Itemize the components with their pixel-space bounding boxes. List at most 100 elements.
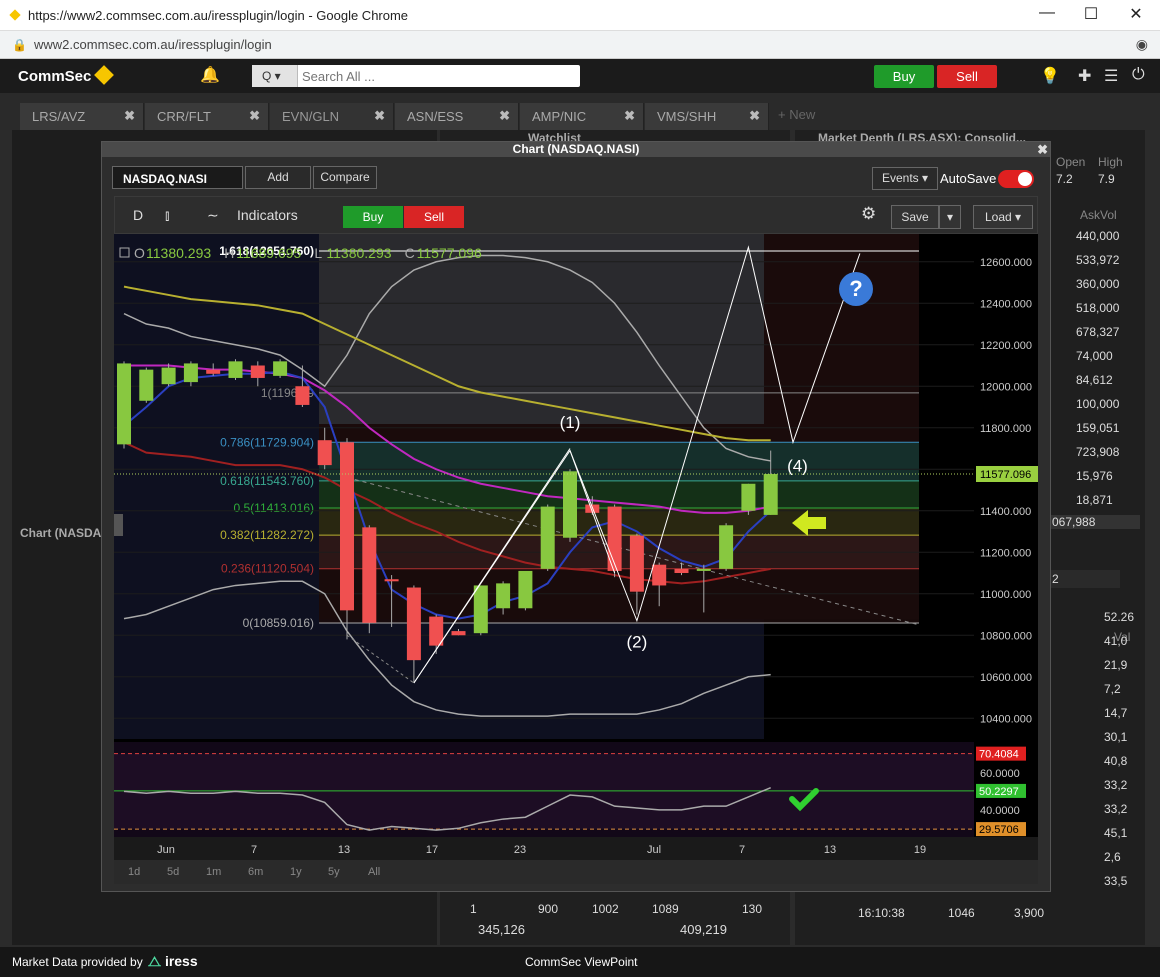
buy-button[interactable]: Buy: [874, 65, 934, 88]
range-5y[interactable]: 5y: [328, 866, 340, 878]
close-tab-icon[interactable]: ✖: [374, 108, 385, 124]
ohlc-legend-item: L: [314, 245, 322, 261]
high-value: 7.9: [1098, 172, 1115, 186]
candle-down: [451, 631, 466, 636]
sell-button[interactable]: Sell: [937, 65, 997, 88]
range-1y[interactable]: 1y: [290, 866, 302, 878]
askvol-value: 440,000: [1076, 229, 1120, 243]
close-tab-icon[interactable]: ✖: [499, 108, 510, 124]
side-value: 33,5: [1104, 874, 1128, 888]
lightbulb-icon[interactable]: 💡: [1040, 66, 1060, 86]
browser-title-bar: https://www2.commsec.com.au/iressplugin/…: [0, 0, 1160, 31]
close-tab-icon[interactable]: ✖: [624, 108, 635, 124]
rsi-upper-value: 70.4084: [979, 749, 1019, 761]
side-value: 33,2: [1104, 778, 1128, 792]
price-axis-label: 10800.000: [980, 630, 1032, 642]
search-input[interactable]: [302, 69, 572, 84]
candle-up: [563, 471, 577, 538]
range-1m[interactable]: 1m: [206, 866, 221, 878]
trade-quantity: 3,900: [1014, 906, 1045, 920]
commsec-favicon-icon: [9, 9, 21, 21]
app-header: CommSec 🔔 Q ▾ Buy Sell 💡 ✚ ☰ ⏻: [0, 59, 1160, 93]
date-axis-label: 7: [251, 844, 257, 856]
tab-crr-flt[interactable]: CRR/FLT ✖: [145, 103, 269, 130]
tab-lrs-avz[interactable]: LRS/AVZ ✖: [20, 103, 144, 130]
tab-asn-ess[interactable]: ASN/ESS ✖: [395, 103, 519, 130]
bottom-stat: 900: [538, 902, 559, 916]
range-5d[interactable]: 5d: [167, 866, 179, 878]
chart-dialog: Chart (NASDAQ.NASI) ✖ NASDAQ.NASI Add Co…: [101, 141, 1051, 892]
add-icon[interactable]: ✚: [1078, 66, 1091, 86]
app-footer: Market Data provided by ⧍ iress CommSec …: [0, 947, 1160, 977]
ohlc-legend-item: 11380.293: [146, 245, 211, 261]
bottom-stat: 1: [470, 902, 477, 916]
rsi-axis-label: 60.0000: [980, 768, 1020, 780]
price-axis-label: 10400.000: [980, 713, 1032, 725]
tab-vms-shh[interactable]: VMS/SHH ✖: [645, 103, 769, 130]
interval-button[interactable]: D: [133, 207, 143, 223]
ohlc-legend-item: H: [224, 245, 234, 261]
url-field[interactable]: www2.commsec.com.au/iressplugin/login: [34, 37, 272, 52]
chart-sell-button[interactable]: Sell: [404, 206, 464, 228]
candlestick-icon[interactable]: ⫾: [165, 207, 169, 224]
range-6m[interactable]: 6m: [248, 866, 263, 878]
gear-icon[interactable]: ⚙: [861, 204, 876, 224]
chart-canvas[interactable]: 1.618(12651.760)1(11967.90.786(11729.904…: [114, 234, 1038, 860]
candle-down: [406, 587, 421, 661]
candle-up: [763, 474, 778, 515]
indicators-button[interactable]: Indicators: [237, 207, 298, 223]
open-label: Open: [1056, 155, 1086, 169]
add-button[interactable]: Add: [245, 166, 311, 189]
price-axis-label: 12200.000: [980, 340, 1032, 352]
power-icon[interactable]: ⏻: [1132, 66, 1145, 84]
menu-icon[interactable]: ☰: [1104, 66, 1118, 86]
close-window-button[interactable]: ✕: [1121, 4, 1151, 26]
fib-label: 0.786(11729.904): [220, 435, 314, 449]
save-dropdown-button[interactable]: ▾: [939, 205, 961, 229]
bottom-stat: 130: [742, 902, 763, 916]
indicators-icon[interactable]: ∼: [207, 207, 219, 224]
price-axis-label: 11400.000: [980, 506, 1031, 518]
events-dropdown[interactable]: Events ▾: [872, 167, 938, 190]
candle-down: [652, 564, 667, 586]
fib-label: 0.5(11413.016): [233, 501, 314, 515]
askvol-header: AskVol: [1080, 208, 1117, 222]
range-all[interactable]: All: [368, 866, 380, 878]
fib-band: [319, 442, 919, 481]
close-tab-icon[interactable]: ✖: [124, 108, 135, 124]
candle-up: [518, 570, 533, 609]
eye-icon[interactable]: ◉: [1136, 36, 1148, 53]
new-tab-button[interactable]: + New: [778, 107, 815, 122]
load-dropdown[interactable]: Load ▾: [973, 205, 1033, 229]
autosave-toggle[interactable]: [998, 170, 1034, 188]
search-box: Q ▾: [252, 65, 580, 87]
range-1d[interactable]: 1d: [128, 866, 140, 878]
askvol-value: 533,972: [1076, 253, 1120, 267]
candle-up: [741, 483, 756, 511]
bottom-total: 345,126: [478, 922, 525, 937]
search-scope-button[interactable]: Q ▾: [252, 65, 298, 87]
close-tab-icon[interactable]: ✖: [249, 108, 260, 124]
symbol-input[interactable]: NASDAQ.NASI: [112, 166, 243, 189]
close-tab-icon[interactable]: ✖: [749, 108, 760, 124]
tab-evn-gln[interactable]: EVN/GLN ✖: [270, 103, 394, 130]
question-icon-glyph: ?: [849, 276, 862, 301]
compare-button[interactable]: Compare: [313, 166, 377, 189]
dropdown-value[interactable]: 2: [1050, 570, 1120, 588]
close-dialog-icon[interactable]: ✖: [1037, 142, 1048, 158]
candle-up: [719, 525, 734, 569]
price-chart[interactable]: 1.618(12651.760) 1(11967.9 0.786(11729.904…: [114, 234, 1038, 874]
trade-volume: 1046: [948, 906, 975, 920]
candle-down: [607, 506, 622, 571]
candle-down: [629, 535, 644, 592]
commsec-logo[interactable]: CommSec: [18, 65, 115, 85]
window-title: https://www2.commsec.com.au/iressplugin/…: [28, 8, 409, 23]
fib-label: 0.382(11282.272): [220, 528, 314, 542]
save-button[interactable]: Save: [891, 205, 939, 229]
maximize-button[interactable]: ☐: [1076, 4, 1106, 26]
bell-icon[interactable]: 🔔: [200, 65, 220, 85]
chart-buy-button[interactable]: Buy: [343, 206, 403, 228]
minimize-button[interactable]: —: [1032, 4, 1062, 26]
askvol-total: 067,988: [1050, 515, 1140, 529]
tab-amp-nic[interactable]: AMP/NIC ✖: [520, 103, 644, 130]
